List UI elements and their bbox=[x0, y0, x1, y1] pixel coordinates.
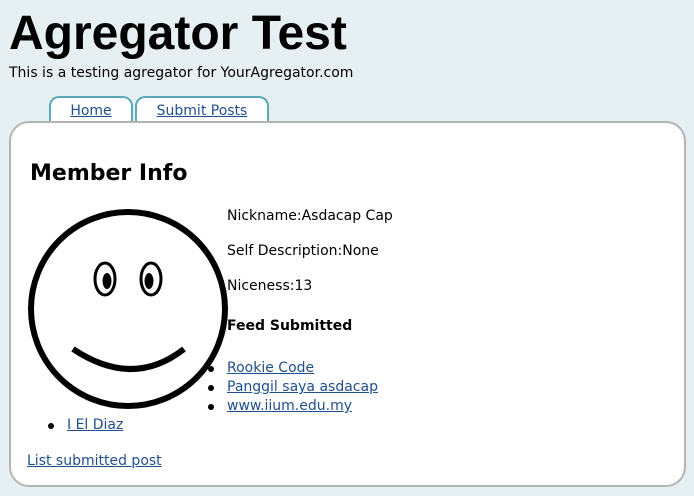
avatar-left-pupil bbox=[102, 273, 112, 289]
feed-list: Rookie Code Panggil saya asdacap www.iiu… bbox=[208, 359, 378, 416]
bullet-icon bbox=[208, 366, 214, 372]
bullet-icon bbox=[208, 404, 214, 410]
self-description-text: Self Description:None bbox=[227, 243, 379, 259]
content-panel: Member Info Nickname:Asdacap Cap Self De… bbox=[9, 121, 686, 487]
tab-home[interactable]: Home bbox=[49, 96, 133, 124]
list-submitted-post-link[interactable]: List submitted post bbox=[27, 452, 162, 470]
site-title: Agregator Test bbox=[9, 7, 347, 60]
feed-link-panggil-saya-asdacap[interactable]: Panggil saya asdacap bbox=[227, 379, 378, 395]
list-item: I El Diaz bbox=[48, 416, 123, 435]
bullet-icon bbox=[208, 385, 214, 391]
smiley-face-icon bbox=[28, 209, 228, 409]
list-item: Rookie Code bbox=[208, 359, 378, 378]
list-item: www.iium.edu.my bbox=[208, 397, 378, 416]
section-title: Member Info bbox=[30, 161, 188, 186]
avatar-right-pupil bbox=[144, 273, 154, 289]
feed-link-iium[interactable]: www.iium.edu.my bbox=[227, 398, 352, 414]
nickname-text: Nickname:Asdacap Cap bbox=[227, 208, 393, 224]
feed-link-rookie-code[interactable]: Rookie Code bbox=[227, 360, 314, 376]
niceness-text: Niceness:13 bbox=[227, 278, 313, 294]
bullet-icon bbox=[48, 423, 54, 429]
member-link-i-el-diaz[interactable]: I El Diaz bbox=[67, 417, 123, 433]
site-tagline: This is a testing agregator for YourAgre… bbox=[9, 65, 354, 81]
feed-submitted-heading: Feed Submitted bbox=[227, 318, 353, 334]
list-item: Panggil saya asdacap bbox=[208, 378, 378, 397]
member-link-list: I El Diaz bbox=[48, 416, 123, 435]
tab-submit-posts[interactable]: Submit Posts bbox=[135, 96, 269, 124]
avatar-face-outline bbox=[28, 209, 228, 409]
